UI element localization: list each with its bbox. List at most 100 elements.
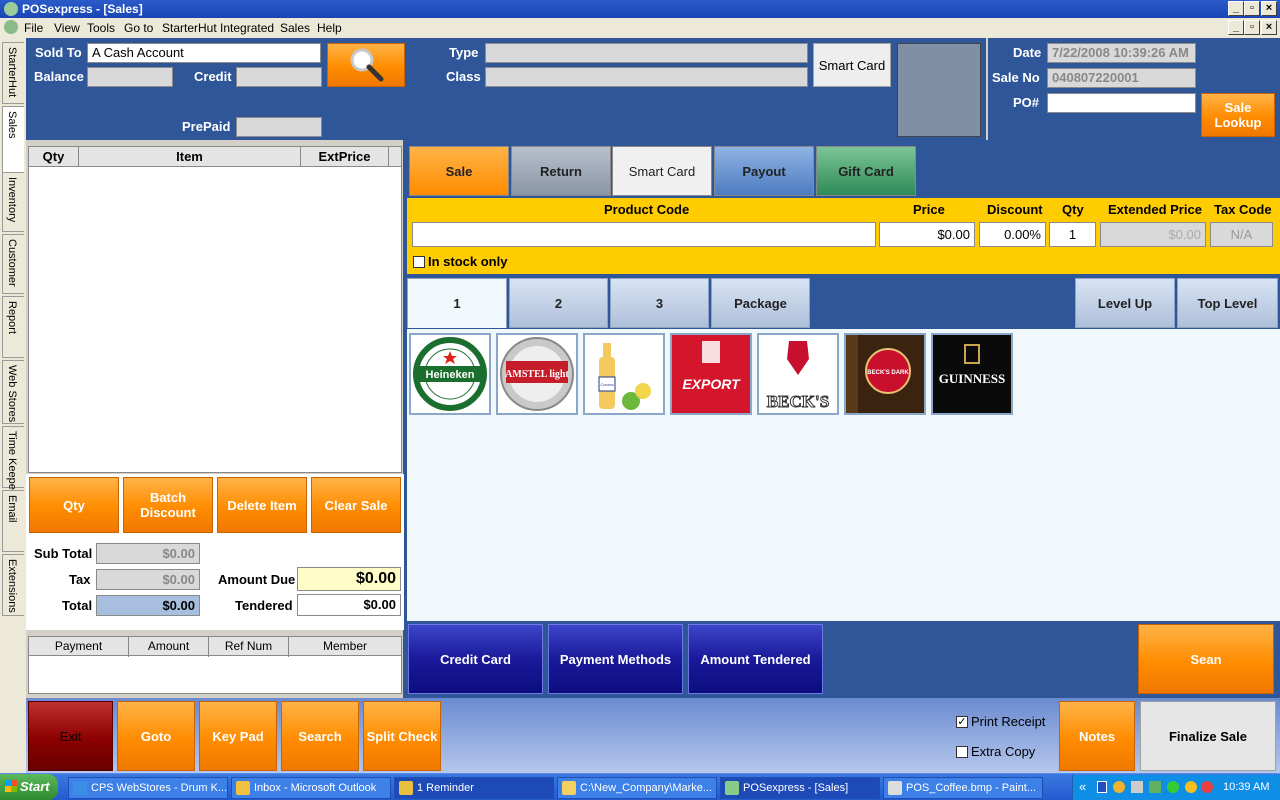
tab-email[interactable]: Email [2,490,24,552]
tab-timekeeper[interactable]: Time Keeper [2,426,24,494]
menu-view[interactable]: View [54,21,80,35]
close-button[interactable]: × [1261,1,1277,16]
tray-icon-1[interactable] [1097,781,1107,793]
tab-return[interactable]: Return [511,146,611,196]
col-amount[interactable]: Amount [129,637,209,657]
mdi-minimize-button[interactable]: _ [1228,20,1244,35]
becks-dark-bottle: BECK'S DARK [846,335,924,413]
qty-button[interactable]: Qty [29,477,119,533]
extra-copy-checkbox[interactable] [956,746,968,758]
start-button[interactable]: Start [0,774,58,800]
exit-button[interactable]: Exit [28,701,113,771]
product-tile-export[interactable]: EXPORT [670,333,752,415]
menu-starterhut[interactable]: StarterHut Integrated [162,21,274,35]
menu-sales[interactable]: Sales [280,21,310,35]
restore-button[interactable]: ▫ [1244,1,1260,16]
notes-button[interactable]: Notes [1059,701,1135,771]
col-refnum[interactable]: Ref Num [209,637,289,657]
tab-inventory[interactable]: Inventory [2,172,24,232]
app-icon [4,2,18,16]
task-posexpress[interactable]: POSexpress - [Sales] [720,777,880,799]
page-tab-3[interactable]: 3 [610,278,709,328]
in-stock-checkbox[interactable] [413,256,425,268]
mdi-restore-button[interactable]: ▫ [1244,20,1260,35]
price-label: Price [913,202,945,217]
tab-webstores[interactable]: Web Stores [2,360,24,424]
smart-card-button[interactable]: Smart Card [813,43,891,87]
clear-sale-button[interactable]: Clear Sale [311,477,401,533]
paint-icon [888,781,902,795]
page-tab-1[interactable]: 1 [407,278,507,328]
scan-button[interactable]: Sean [1138,624,1274,694]
col-extprice[interactable]: ExtPrice [301,147,389,167]
product-tile-guinness[interactable]: GUINNESS [931,333,1013,415]
page-tab-package[interactable]: Package [711,278,810,328]
top-level-button[interactable]: Top Level [1177,278,1278,328]
po-field[interactable] [1047,93,1196,113]
col-payment[interactable]: Payment [29,637,129,657]
menu-goto[interactable]: Go to [124,21,153,35]
tray-icon-7[interactable] [1201,781,1213,793]
credit-card-button[interactable]: Credit Card [408,624,543,694]
product-label: AMSTEL light [505,369,569,380]
finalize-sale-button[interactable]: Finalize Sale [1140,701,1276,771]
tab-payout[interactable]: Payout [714,146,814,196]
menu-tools[interactable]: Tools [87,21,115,35]
goto-button[interactable]: Goto [117,701,195,771]
search-button[interactable]: Search [281,701,359,771]
sold-to-field[interactable]: A Cash Account [87,43,321,63]
task-reminder[interactable]: 1 Reminder [394,777,554,799]
split-check-button[interactable]: Split Check [363,701,441,771]
print-receipt-checkbox[interactable]: ✓ [956,716,968,728]
tax-code-label: Tax Code [1214,202,1272,217]
discount-input[interactable]: 0.00% [979,222,1046,247]
windows-logo-icon [5,780,17,792]
product-tile-heineken[interactable]: Heineken [409,333,491,415]
col-item[interactable]: Item [79,147,301,167]
price-input[interactable]: $0.00 [879,222,975,247]
amount-tendered-button[interactable]: Amount Tendered [688,624,823,694]
keypad-button[interactable]: Key Pad [199,701,277,771]
task-paint[interactable]: POS_Coffee.bmp - Paint... [883,777,1043,799]
product-tile-becks-dark[interactable]: BECK'S DARK [844,333,926,415]
customer-search-button[interactable] [327,43,405,87]
col-member[interactable]: Member [289,637,401,657]
batch-discount-button[interactable]: Batch Discount [123,477,213,533]
tray-icon-3[interactable] [1131,781,1143,793]
tray-icon-5[interactable] [1167,781,1179,793]
tab-sale[interactable]: Sale [409,146,509,196]
menu-help[interactable]: Help [317,21,342,35]
payment-methods-button[interactable]: Payment Methods [548,624,683,694]
prepaid-label: PrePaid [182,119,231,134]
amount-due-field: $0.00 [297,567,401,591]
delete-item-button[interactable]: Delete Item [217,477,307,533]
tendered-field[interactable]: $0.00 [297,594,401,616]
page-tab-2[interactable]: 2 [509,278,608,328]
tab-customer[interactable]: Customer [2,234,24,294]
tray-expand-icon[interactable]: « [1079,779,1086,794]
tab-starterhut[interactable]: StarterHut [2,42,24,104]
task-cps-webstores[interactable]: CPS WebStores - Drum K... [68,777,228,799]
mdi-close-button[interactable]: × [1261,20,1277,35]
tab-gift-card[interactable]: Gift Card [816,146,916,196]
product-code-input[interactable] [412,222,876,247]
product-tile-becks[interactable]: BECK'S [757,333,839,415]
qty-input[interactable]: 1 [1049,222,1096,247]
minimize-button[interactable]: _ [1228,1,1244,16]
product-tile-amstel[interactable]: AMSTEL light [496,333,578,415]
tray-icon-2[interactable] [1113,781,1125,793]
task-explorer[interactable]: C:\New_Company\Marke... [557,777,717,799]
col-qty[interactable]: Qty [29,147,79,167]
menu-file[interactable]: File [24,21,43,35]
tab-report[interactable]: Report [2,296,24,358]
sale-lookup-button[interactable]: Sale Lookup [1201,93,1275,137]
tray-icon-6[interactable] [1185,781,1197,793]
level-up-button[interactable]: Level Up [1075,278,1175,328]
tab-extensions[interactable]: Extensions [2,554,24,616]
product-tile-corona[interactable]: Corona [583,333,665,415]
amstel-logo: AMSTEL light [500,337,574,411]
tab-smart-card[interactable]: Smart Card [612,146,712,196]
task-outlook[interactable]: Inbox - Microsoft Outlook [231,777,391,799]
tray-icon-4[interactable] [1149,781,1161,793]
clock[interactable]: 10:39 AM [1223,781,1269,793]
